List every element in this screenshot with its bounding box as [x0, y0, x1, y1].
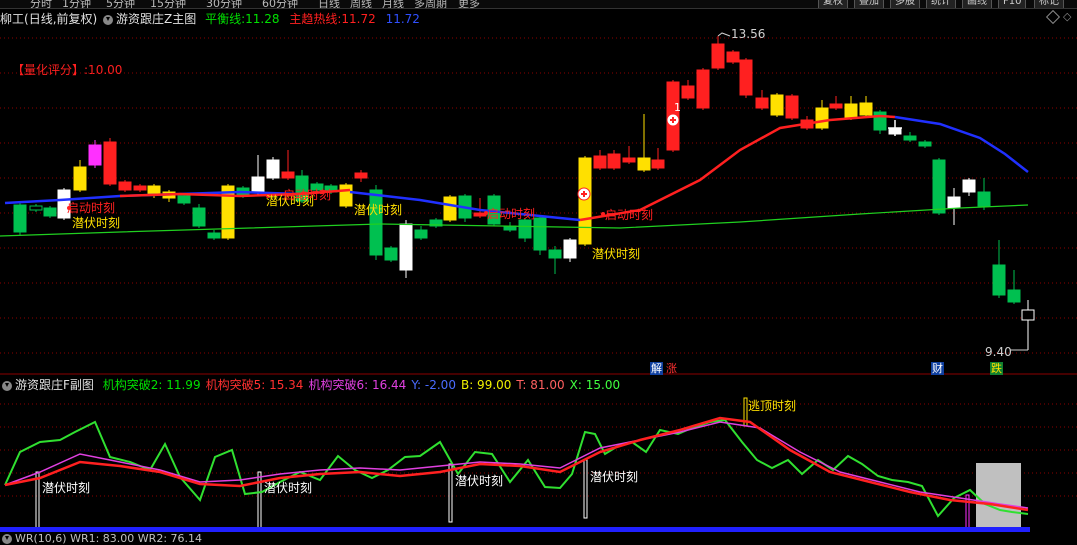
candle-body: [177, 195, 191, 204]
candle-body: [844, 103, 858, 119]
candle-body: [992, 264, 1006, 296]
candle-body: [977, 191, 991, 207]
candle-body: [369, 189, 383, 256]
signal-qianfu-sub: 潜伏时刻: [455, 474, 504, 488]
candle-body: [103, 141, 117, 185]
candle-body: [414, 229, 428, 239]
candle-body: [518, 219, 532, 239]
candle-body: [221, 185, 235, 239]
signal-qianfu-sub: 潜伏时刻: [264, 481, 313, 495]
candle-body: [384, 247, 398, 261]
high-price-label: 13.56: [731, 27, 766, 41]
candle-body: [607, 153, 621, 169]
candle-body: [533, 217, 547, 251]
candle-body: [903, 135, 917, 141]
candle-body: [88, 144, 102, 166]
badge-die: 跌: [990, 362, 1003, 375]
trend-line-red: [579, 114, 896, 222]
candlestick-chart[interactable]: [0, 0, 1077, 375]
badge-cai: 财: [931, 362, 944, 375]
signal-qianfu: 潜伏时刻: [354, 203, 403, 217]
candle-body: [770, 94, 784, 116]
signal-qidong: 启动时刻: [605, 208, 654, 222]
candle-body: [651, 159, 665, 169]
signal-qidong: 启动时刻: [283, 188, 332, 202]
wr-indicator-header: WR(10,6) WR1: 83.00 WR2: 76.14: [0, 533, 202, 544]
oscillator-green: [4, 418, 1029, 518]
candle-body: [266, 159, 280, 179]
candle-body: [548, 249, 562, 259]
candle-body: [281, 171, 295, 179]
candle-body: [711, 43, 725, 69]
candle-body: [681, 85, 695, 99]
candle-body: [578, 157, 592, 245]
candle-body: [622, 157, 636, 163]
signal-qidong: 启动时刻: [67, 201, 116, 215]
candle-body: [251, 176, 265, 194]
signal-qianfu: 潜伏时刻: [72, 216, 121, 230]
candle-body: [962, 179, 976, 193]
candle-body: [443, 196, 457, 221]
candle-body: [739, 59, 753, 96]
signal-qianfu-sub: 潜伏时刻: [42, 481, 91, 495]
candle-body: [785, 95, 799, 119]
candle-body: [29, 205, 43, 211]
candle-body: [829, 103, 843, 109]
signal-qianfu: 潜伏时刻: [592, 247, 641, 261]
candle-body: [118, 181, 132, 191]
oscillator-chart[interactable]: [0, 382, 1077, 542]
candle-body: [563, 239, 577, 259]
candle-body: [354, 172, 368, 179]
marker-one: 1: [674, 101, 681, 114]
candle-body: [593, 155, 607, 169]
signal-qidong: 启动时刻: [487, 207, 536, 221]
signal-bar: [448, 463, 453, 523]
high-pointer: [717, 32, 731, 37]
candle-body: [696, 69, 710, 109]
indicator-dropdown-icon[interactable]: [2, 534, 12, 544]
candle-body: [399, 223, 413, 271]
candle-body: [1007, 289, 1021, 303]
candle-body: [192, 207, 206, 227]
candle-body: [859, 102, 873, 116]
candle-body: [755, 97, 769, 109]
magenta-bar: [965, 494, 970, 531]
low-price-label: 9.40: [985, 345, 1012, 359]
signal-taoding: 逃顶时刻: [748, 399, 797, 413]
candle-body: [815, 107, 829, 129]
badge-jie: 解: [650, 362, 663, 375]
signal-qianfu-sub: 潜伏时刻: [590, 470, 639, 484]
candle-body: [947, 196, 961, 209]
signal-bar: [35, 471, 40, 531]
signal-bar: [583, 459, 588, 519]
candle-body: [873, 111, 887, 131]
gray-block: [976, 463, 1021, 530]
candle-body: [637, 157, 651, 171]
badge-zhang: 涨: [666, 362, 677, 375]
candle-body: [73, 166, 87, 191]
candle-body: [43, 207, 57, 217]
candle-body: [1021, 309, 1035, 321]
candle-body: [133, 185, 147, 191]
candle-body: [726, 51, 740, 63]
candle-body: [932, 159, 946, 214]
candle-body: [339, 184, 353, 207]
candle-body: [918, 141, 932, 147]
trend-line-blue: [894, 115, 1029, 173]
candle-body: [13, 204, 27, 233]
candle-body: [207, 232, 221, 239]
